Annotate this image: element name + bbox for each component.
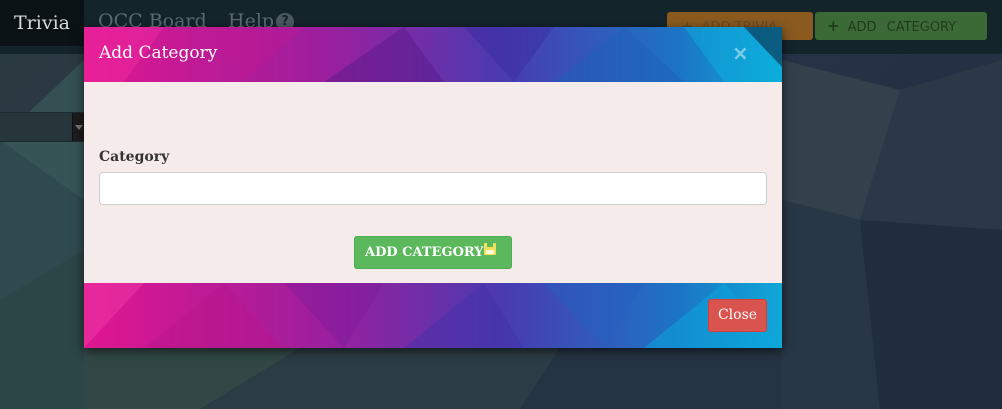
modal-title: Add Category [99,43,218,63]
close-button[interactable]: Close [708,299,767,332]
modal-footer: Close [84,283,782,348]
add-category-submit-button[interactable]: ADD CATEGORY [354,236,512,269]
add-category-nav-button[interactable]: + ADD CATEGORY [815,12,987,40]
add-category-nav-label: ADD CATEGORY [847,20,957,35]
plus-icon: + [827,17,840,35]
modal-body: Category ADD CATEGORY [84,82,782,283]
add-category-submit-label: ADD CATEGORY [365,245,484,260]
add-category-modal: Add Category × Category ADD CATEGORY Clo… [84,27,782,348]
chevron-down-icon[interactable] [72,113,84,141]
brand-logo[interactable]: Trivia [0,0,84,46]
save-icon [483,243,496,255]
footer-gradient-art [84,283,782,348]
category-input[interactable] [99,172,767,205]
close-icon[interactable]: × [732,41,749,65]
modal-header: Add Category × [84,27,782,82]
category-field-label: Category [99,149,170,165]
